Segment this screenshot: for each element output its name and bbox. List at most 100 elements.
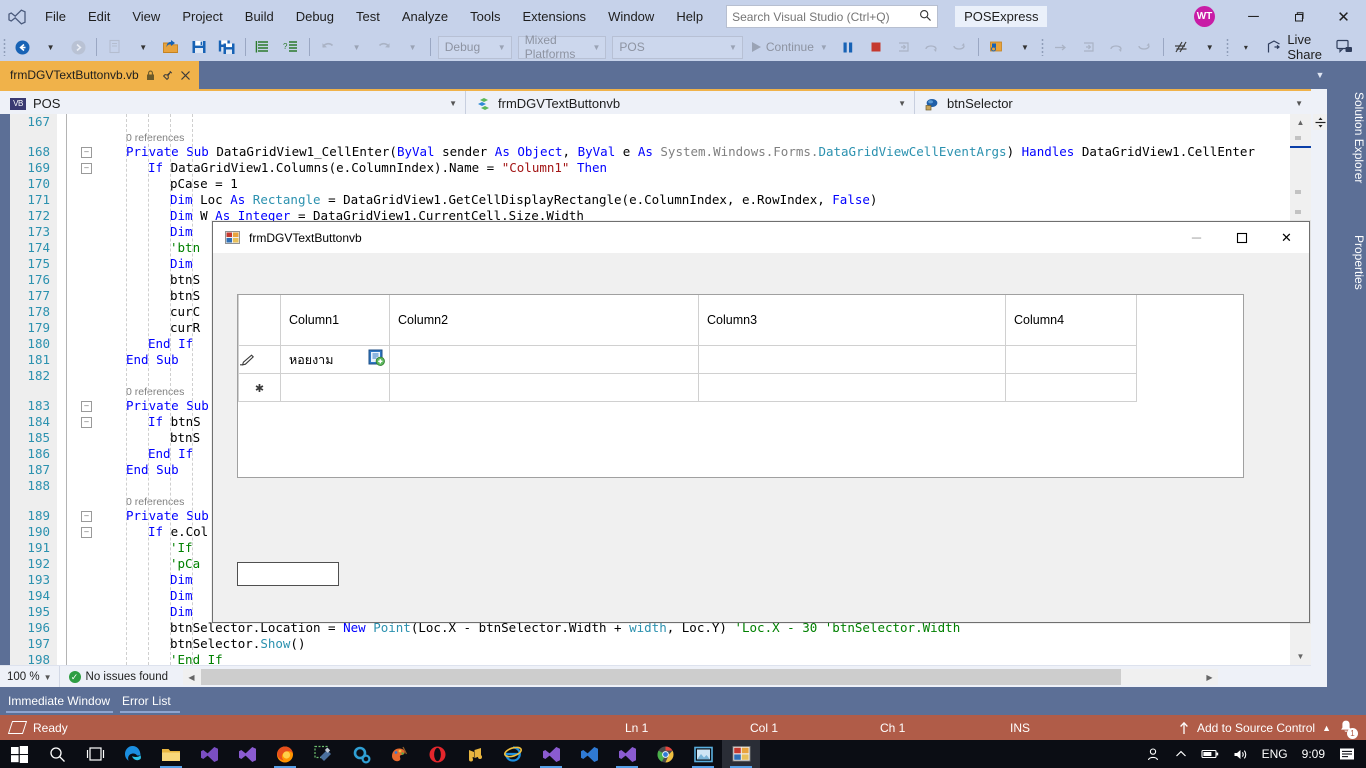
step-forward-icon[interactable]: [1047, 33, 1075, 61]
tab-immediate-window[interactable]: Immediate Window: [6, 687, 113, 715]
code-line[interactable]: Private Sub: [126, 508, 209, 524]
diagnostic-tools-icon[interactable]: [983, 33, 1011, 61]
search-input[interactable]: [727, 7, 914, 26]
issues-indicator[interactable]: ✓ No issues found: [60, 671, 177, 683]
navbar-member-combo[interactable]: btnSelector ▼: [914, 91, 1311, 116]
media-app-icon[interactable]: [456, 740, 494, 768]
collapse-toggle-icon[interactable]: –: [81, 417, 92, 428]
editor-horizontal-scrollbar[interactable]: ◀ ▶: [183, 669, 1218, 685]
code-line[interactable]: curC: [170, 304, 200, 320]
code-line[interactable]: curR: [170, 320, 200, 336]
code-line[interactable]: Dim: [170, 256, 193, 272]
cell-row1-column1[interactable]: หอยงาม: [281, 346, 390, 374]
save-all-icon[interactable]: [213, 33, 241, 61]
collapse-toggle-icon[interactable]: –: [81, 527, 92, 538]
menu-edit[interactable]: Edit: [77, 0, 121, 33]
snipping-tool-icon[interactable]: [304, 740, 342, 768]
table-row[interactable]: หอยงาม: [239, 346, 1137, 374]
code-line[interactable]: 'btn: [170, 240, 200, 256]
code-line[interactable]: 'End If: [170, 652, 223, 665]
code-line[interactable]: Private Sub: [126, 398, 209, 414]
dialog-minimize-button[interactable]: ─: [1174, 222, 1219, 253]
code-line[interactable]: Dim Loc As Rectangle = DataGridView1.Get…: [170, 192, 877, 208]
cell-row2-column3[interactable]: [699, 374, 1006, 402]
feedback-icon[interactable]: [1330, 33, 1358, 61]
start-button[interactable]: [0, 740, 38, 768]
collapse-toggle-icon[interactable]: –: [81, 163, 92, 174]
code-line[interactable]: If e.Col: [148, 524, 208, 540]
window-minimize-button[interactable]: ─: [1231, 0, 1276, 33]
tab-error-list[interactable]: Error List: [120, 687, 180, 715]
step-into-icon[interactable]: [890, 33, 918, 61]
close-icon[interactable]: [180, 70, 191, 81]
editor-split-handle[interactable]: [1313, 114, 1327, 130]
selector-button-icon[interactable]: [368, 349, 385, 366]
cell-row1-column4[interactable]: [1006, 346, 1137, 374]
comment-lines-icon[interactable]: [249, 33, 277, 61]
step-over-icon[interactable]: [918, 33, 946, 61]
search-box[interactable]: [726, 5, 938, 28]
dialog-close-button[interactable]: ✕: [1264, 222, 1309, 253]
code-line[interactable]: btnSelector.Show(): [170, 636, 305, 652]
menu-project[interactable]: Project: [171, 0, 233, 33]
cell-row2-column1[interactable]: [281, 374, 390, 402]
volume-icon[interactable]: [1226, 740, 1255, 768]
scroll-up-arrow-icon[interactable]: ▲: [1290, 114, 1311, 131]
add-to-source-control-button[interactable]: Add to Source Control: [1197, 721, 1315, 735]
firefox-icon[interactable]: [266, 740, 304, 768]
settings-gear-icon[interactable]: [342, 740, 380, 768]
step-into-2-icon[interactable]: [1075, 33, 1103, 61]
column-header-column1[interactable]: Column1: [281, 295, 390, 346]
clock[interactable]: 9:09: [1295, 740, 1332, 768]
scroll-right-arrow-icon[interactable]: ▶: [1201, 669, 1218, 685]
people-icon[interactable]: [1139, 740, 1168, 768]
save-icon[interactable]: [185, 33, 213, 61]
internet-explorer-icon[interactable]: [494, 740, 532, 768]
notifications-icon[interactable]: 1: [1338, 719, 1356, 737]
table-row[interactable]: ✱: [239, 374, 1137, 402]
chrome-icon[interactable]: [646, 740, 684, 768]
diagnostic-dropdown[interactable]: ▼: [1011, 33, 1039, 61]
code-line[interactable]: If DataGridView1.Columns(e.ColumnIndex).…: [148, 160, 607, 176]
cell-row2-column2[interactable]: [390, 374, 699, 402]
code-lens-references[interactable]: 0 references: [126, 385, 184, 399]
hot-reload-dropdown[interactable]: ▼: [1195, 33, 1223, 61]
uncomment-lines-icon[interactable]: ?: [277, 33, 305, 61]
scroll-down-arrow-icon[interactable]: ▼: [1290, 648, 1311, 665]
code-line[interactable]: 'pCa: [170, 556, 200, 572]
action-center-icon[interactable]: [1332, 740, 1362, 768]
navbar-type-combo[interactable]: frmDGVTextButtonvb ▼: [465, 91, 914, 116]
code-line[interactable]: btnS: [170, 430, 200, 446]
pause-icon[interactable]: [834, 33, 862, 61]
step-out-2-icon[interactable]: [1131, 33, 1159, 61]
search-taskbar-icon[interactable]: [38, 740, 76, 768]
code-line[interactable]: Dim: [170, 604, 193, 620]
column-header-selector[interactable]: [239, 295, 281, 346]
collapse-toggle-icon[interactable]: –: [81, 511, 92, 522]
visual-studio-3-icon[interactable]: [532, 740, 570, 768]
menu-test[interactable]: Test: [345, 0, 391, 33]
solution-platform-combo[interactable]: Mixed Platforms ▼: [518, 36, 607, 59]
pin-icon[interactable]: [162, 70, 173, 81]
navigate-back-dropdown[interactable]: ▼: [36, 33, 64, 61]
continue-button[interactable]: Continue ▼: [746, 33, 834, 61]
menu-extensions[interactable]: Extensions: [511, 0, 597, 33]
code-line[interactable]: pCase = 1: [170, 176, 238, 192]
code-line[interactable]: Private Sub DataGridView1_CellEnter(ByVa…: [126, 144, 1255, 160]
row-header-new[interactable]: ✱: [239, 374, 281, 402]
visual-studio-5-icon[interactable]: [608, 740, 646, 768]
visual-studio-4-icon[interactable]: [570, 740, 608, 768]
live-share-button[interactable]: Live Share: [1259, 33, 1330, 61]
sidebar-item-properties[interactable]: Properties: [1327, 209, 1366, 315]
document-tab-active[interactable]: frmDGVTextButtonvb.vb: [0, 61, 199, 89]
code-line[interactable]: Dim: [170, 572, 193, 588]
collapse-toggle-icon[interactable]: –: [81, 401, 92, 412]
navigate-forward-icon[interactable]: [64, 33, 92, 61]
step-out-icon[interactable]: [946, 33, 974, 61]
code-lens-references[interactable]: 0 references: [126, 131, 184, 145]
new-item-dropdown[interactable]: ▼: [129, 33, 157, 61]
toolbar-grip[interactable]: [0, 33, 8, 61]
code-line[interactable]: 'If: [170, 540, 193, 556]
new-item-icon[interactable]: [101, 33, 129, 61]
zoom-level-selector[interactable]: 100 % ▼: [0, 666, 60, 688]
